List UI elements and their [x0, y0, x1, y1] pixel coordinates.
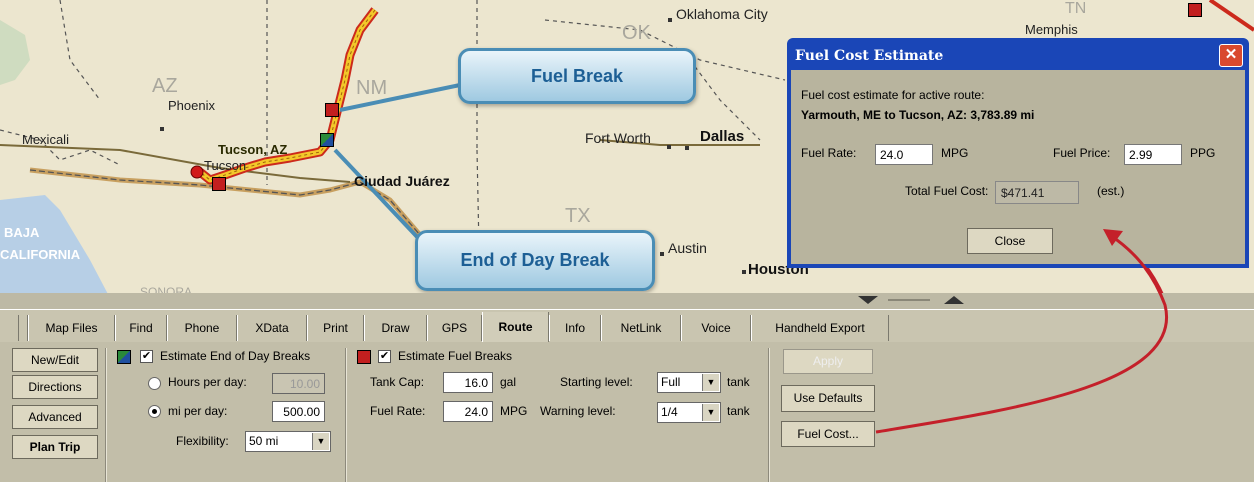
end-of-day-break-icon — [117, 350, 131, 364]
city-label-phoenix: Phoenix — [168, 98, 215, 113]
starting-level-unit: tank — [727, 375, 750, 389]
warning-level-label: Warning level: — [540, 404, 616, 418]
fuel-price-input[interactable]: 2.99 — [1124, 144, 1182, 165]
estimate-fuel-breaks-label: Estimate Fuel Breaks — [398, 349, 513, 363]
panel-divider — [105, 348, 107, 482]
state-label-tx: TX — [565, 205, 591, 227]
fuel-break-icon — [357, 350, 371, 364]
tab-draw[interactable]: Draw — [364, 315, 427, 341]
state-label-ok: OK — [622, 22, 651, 44]
route-summary: Yarmouth, ME to Tucson, AZ: 3,783.89 mi — [801, 108, 1035, 122]
flexibility-select[interactable]: 50 mi ▼ — [245, 431, 331, 452]
dialog-title: Fuel Cost Estimate — [795, 48, 944, 64]
city-label-austin: Austin — [668, 240, 707, 256]
region-label-baja: BAJA — [4, 225, 40, 240]
fuel-rate-input[interactable]: 24.0 — [875, 144, 933, 165]
mi-per-day-label: mi per day: — [168, 404, 228, 418]
fuel-rate-label: Fuel Rate: — [801, 146, 857, 160]
state-label-az: AZ — [152, 75, 178, 97]
end-of-day-break-icon[interactable] — [320, 133, 334, 147]
city-label-memphis: Memphis — [1025, 22, 1078, 37]
tank-cap-label: Tank Cap: — [370, 375, 425, 389]
chevron-down-icon: ▼ — [702, 404, 719, 421]
panel-divider — [768, 348, 770, 482]
tab-print[interactable]: Print — [307, 315, 364, 341]
panel-divider — [345, 348, 347, 482]
directions-button[interactable]: Directions — [12, 375, 98, 399]
city-label-tucson: Tucson — [204, 158, 247, 173]
hours-per-day-radio[interactable] — [148, 377, 161, 390]
fuel-rate-input[interactable]: 24.0 — [443, 401, 493, 422]
hours-per-day-input: 10.00 — [272, 373, 325, 394]
route-endpoint-label: Tucson, AZ — [218, 142, 288, 157]
estimate-end-of-day-checkbox[interactable]: ✔ — [140, 350, 153, 363]
fuel-rate-label: Fuel Rate: — [370, 404, 426, 418]
panel-splitter[interactable] — [0, 293, 1254, 309]
dialog-close-icon[interactable]: ✕ — [1219, 44, 1243, 67]
fuel-break-icon[interactable] — [325, 103, 339, 117]
plan-trip-button[interactable]: Plan Trip — [12, 435, 98, 459]
total-fuel-cost-value: $471.41 — [995, 181, 1079, 204]
new-edit-button[interactable]: New/Edit — [12, 348, 98, 372]
fuel-break-icon[interactable] — [1188, 3, 1202, 17]
starting-level-label: Starting level: — [560, 375, 633, 389]
tab-voice[interactable]: Voice — [681, 315, 751, 341]
dialog-body: Fuel cost estimate for active route: Yar… — [791, 70, 1245, 264]
tab-bar: Map Files Find Phone XData Print Draw GP… — [0, 309, 1254, 343]
use-defaults-button[interactable]: Use Defaults — [781, 385, 875, 412]
warning-level-value: 1/4 — [661, 405, 678, 419]
fuel-price-label: Fuel Price: — [1053, 146, 1111, 160]
tab-gps[interactable]: GPS — [427, 315, 482, 341]
starting-level-value: Full — [661, 375, 681, 389]
mi-per-day-radio[interactable] — [148, 405, 161, 418]
city-label-ciudad-juarez: Ciudad Juárez — [354, 173, 450, 189]
fuel-rate-unit: MPG — [500, 404, 528, 418]
hours-per-day-label: Hours per day: — [168, 375, 247, 389]
advanced-button[interactable]: Advanced — [12, 405, 98, 429]
estimate-fuel-breaks-checkbox[interactable]: ✔ — [378, 350, 391, 363]
tab-route[interactable]: Route — [482, 312, 549, 343]
fuel-break-callout: Fuel Break — [458, 48, 696, 104]
state-label-tn: TN — [1065, 0, 1087, 17]
apply-button[interactable]: Apply — [783, 349, 873, 374]
fuel-cost-dialog: Fuel Cost Estimate ✕ Fuel cost estimate … — [787, 38, 1249, 268]
region-label-california: CALIFORNIA — [0, 247, 81, 262]
city-label-fort-worth: Fort Worth — [585, 130, 651, 146]
tab-map-files[interactable]: Map Files — [28, 315, 115, 341]
city-label-dallas: Dallas — [700, 128, 745, 145]
tank-cap-unit: gal — [500, 375, 517, 389]
flexibility-value: 50 mi — [249, 434, 279, 448]
city-label-mexicali: Mexicali — [22, 132, 69, 147]
tab-netlink[interactable]: NetLink — [601, 315, 681, 341]
chevron-down-icon: ▼ — [702, 374, 719, 391]
fuel-break-icon[interactable] — [212, 177, 226, 191]
total-fuel-cost-suffix: (est.) — [1097, 184, 1125, 198]
tank-cap-input[interactable]: 16.0 — [443, 372, 493, 393]
total-fuel-cost-label: Total Fuel Cost: — [905, 184, 989, 198]
tab-xdata[interactable]: XData — [237, 315, 307, 341]
tab-phone[interactable]: Phone — [167, 315, 237, 341]
city-label-oklahoma-city: Oklahoma City — [676, 6, 768, 22]
tab-info[interactable]: Info — [549, 315, 601, 341]
fuel-price-unit: PPG — [1190, 146, 1216, 160]
warning-level-unit: tank — [727, 404, 750, 418]
close-button[interactable]: Close — [967, 228, 1053, 254]
mi-per-day-input[interactable]: 500.00 — [272, 401, 325, 422]
fuel-rate-unit: MPG — [941, 146, 969, 160]
chevron-down-icon: ▼ — [312, 433, 329, 450]
route-panel: New/Edit Directions Advanced Plan Trip ✔… — [0, 342, 1254, 482]
estimate-end-of-day-label: Estimate End of Day Breaks — [160, 349, 311, 363]
tab-find[interactable]: Find — [115, 315, 167, 341]
dialog-intro: Fuel cost estimate for active route: — [801, 88, 985, 102]
state-label-nm: NM — [356, 77, 388, 99]
flexibility-label: Flexibility: — [176, 434, 229, 448]
starting-level-select[interactable]: Full ▼ — [657, 372, 721, 393]
warning-level-select[interactable]: 1/4 ▼ — [657, 402, 721, 423]
tab-handheld-export[interactable]: Handheld Export — [751, 315, 889, 341]
end-of-day-break-callout: End of Day Break — [415, 230, 655, 291]
fuel-cost-button[interactable]: Fuel Cost... — [781, 421, 875, 447]
